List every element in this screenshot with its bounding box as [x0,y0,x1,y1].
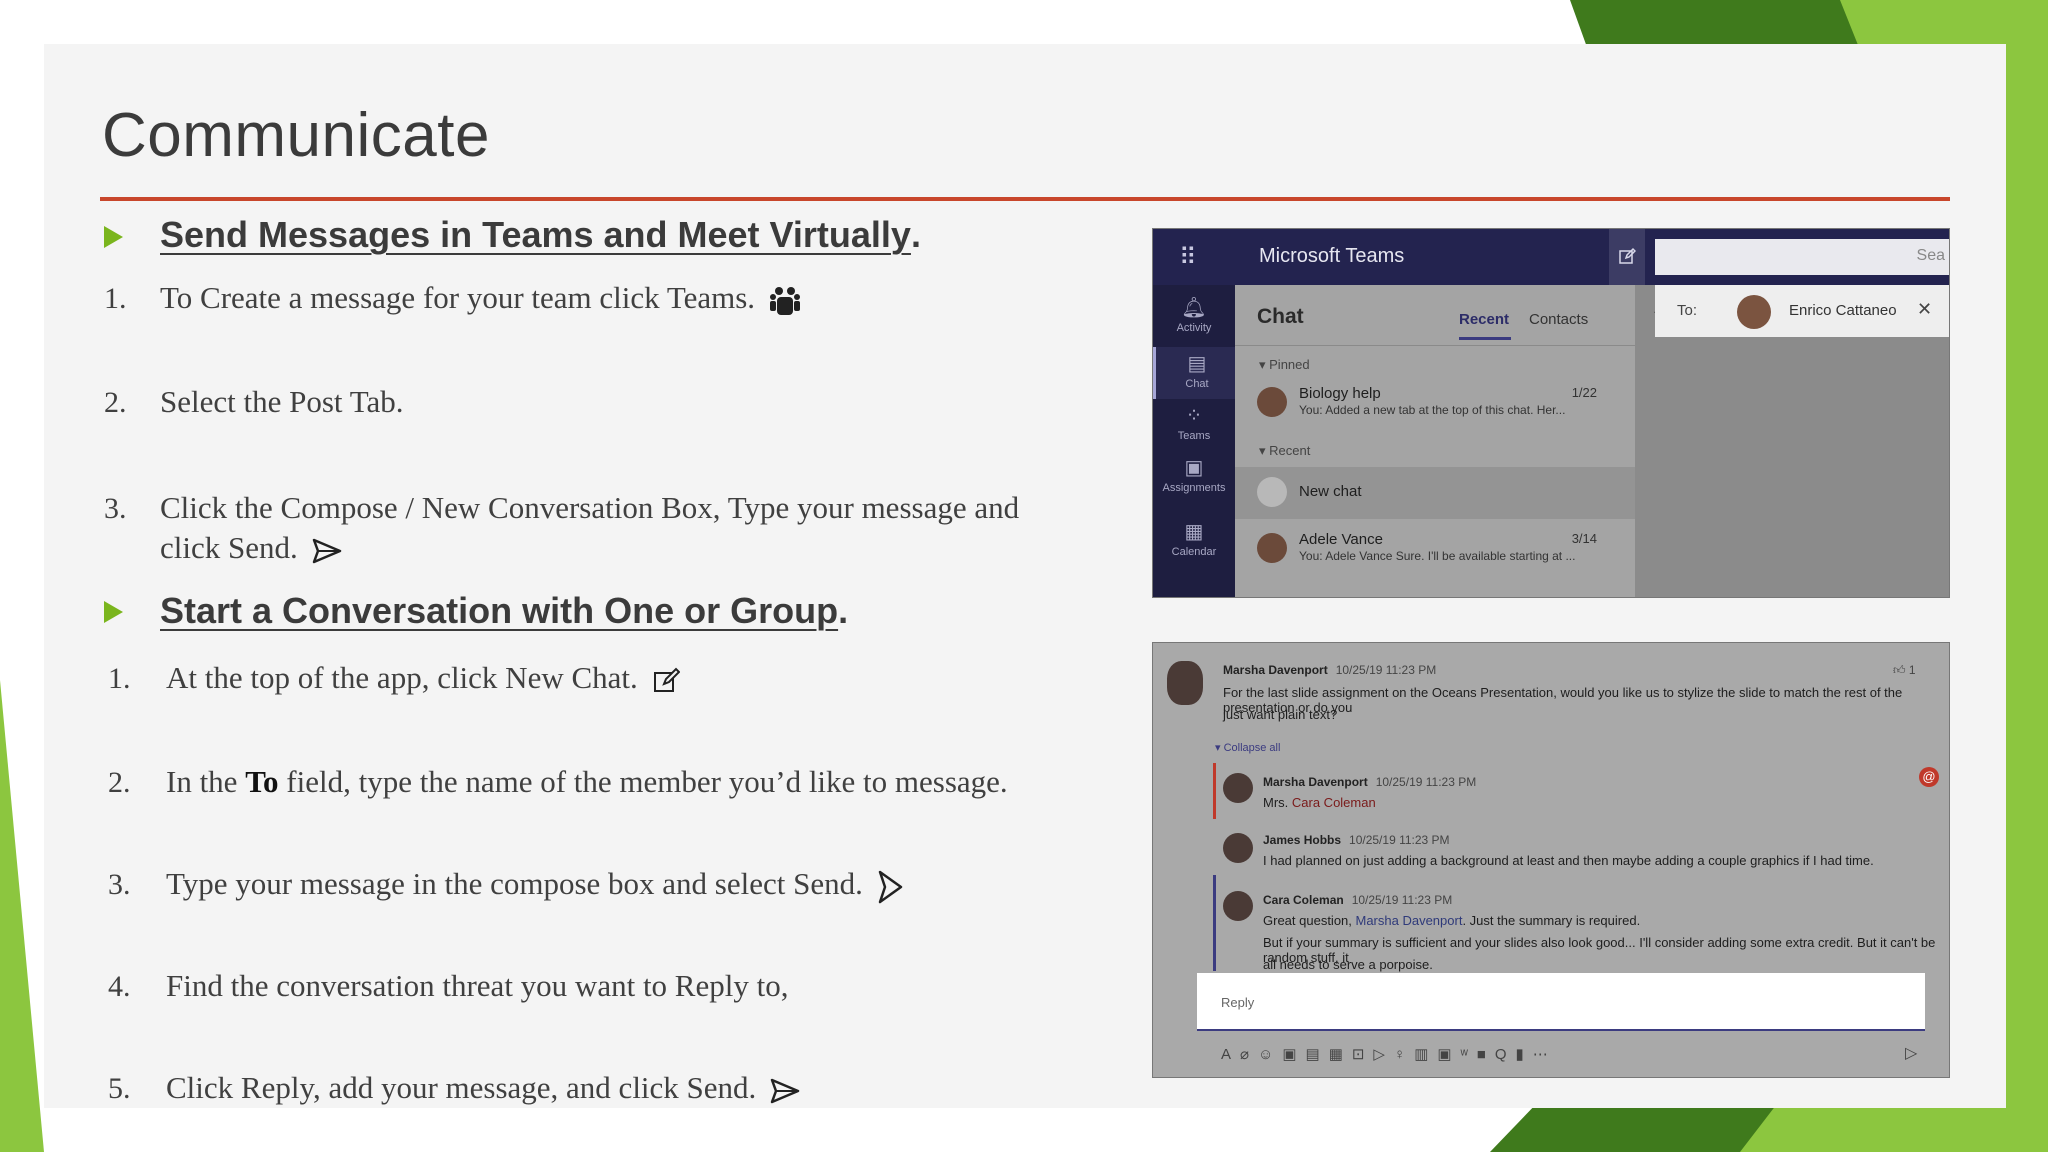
title-divider [100,197,1950,201]
app-launcher-icon[interactable]: ⠿ [1179,243,1197,272]
tab-recent[interactable]: Recent [1459,311,1509,328]
step-number: 2. [108,766,131,799]
like-reaction[interactable]: 👍︎ 1 [1893,663,1916,678]
avatar [1257,533,1287,563]
bullet-arrow-icon [104,226,123,248]
step-text: Type your message in the compose box and… [166,864,903,904]
message-text: I had planned on just adding a backgroun… [1263,853,1874,868]
to-field[interactable]: To: Enrico Cattaneo ✕ [1655,285,1949,337]
message-author: James Hobbs 10/25/19 11:23 PM [1263,833,1450,847]
bullet-arrow-icon [104,601,123,623]
message-text: all needs to serve a porpoise. [1263,957,1433,972]
send-icon [312,538,341,564]
bag-icon: ▣ [1184,457,1204,479]
teams-icon: ⁘ [1185,405,1203,427]
thread-line [1213,875,1216,971]
close-icon[interactable]: ✕ [1917,299,1932,320]
message-author: Cara Coleman 10/25/19 11:23 PM [1263,893,1453,907]
bell-icon: 🔔︎ [1181,297,1207,319]
message-author: Marsha Davenport 10/25/19 11:23 PM [1223,663,1437,677]
teams-icon [769,286,800,315]
step-number: 1. [104,282,127,315]
message-text: Great question, Marsha Davenport. Just t… [1263,913,1641,928]
step-text: In the To field, type the name of the me… [166,764,1008,799]
rail-item-teams[interactable]: ⁘ Teams [1153,403,1235,442]
slide-title: Communicate [102,101,490,170]
send-button[interactable]: ▷ [1905,1043,1917,1063]
avatar [1167,661,1203,705]
step-number: 5. [108,1072,131,1105]
message-author: Marsha Davenport 10/25/19 11:23 PM [1263,775,1477,789]
app-rail: 🔔︎ Activity ▤ Chat ⁘ Teams ▣ Assignments ▦ Ca… [1153,285,1238,597]
chat-list-item[interactable]: Biology help You: Added a new tab at the… [1235,377,1635,429]
rail-item-calendar[interactable]: ▦ Calendar [1153,519,1235,558]
avatar [1223,773,1253,803]
chat-list-panel: Chat Recent Contacts ⏷ ▾ Pinned Biology … [1235,285,1667,597]
compose-toolbar[interactable]: A⌀☺▣▤▦⊡▷♀▥▣ʷ■Q▮⋯ [1221,1045,1557,1063]
panel-title: Chat [1257,305,1304,328]
active-tab-indicator [1459,337,1511,340]
new-chat-icon [1619,247,1636,264]
step-text: To Create a message for your team click … [160,278,801,318]
send-icon [878,870,902,904]
step-text: Select the Post Tab. [160,384,404,419]
section1-heading: Send Messages in Teams and Meet Virtuall… [160,214,921,255]
step-text: Find the conversation threat you want to… [166,968,789,1003]
avatar [1223,833,1253,863]
mention-icon: @ [1919,767,1939,787]
avatar [1223,891,1253,921]
step-number: 2. [104,386,127,419]
tab-contacts[interactable]: Contacts [1529,311,1588,328]
section-recent[interactable]: ▾ Recent [1259,443,1310,459]
section2-heading: Start a Conversation with One or Group. [160,590,849,631]
message-text: just want plain text? [1223,707,1338,722]
new-chat-icon [653,667,680,692]
rail-item-activity[interactable]: 🔔︎ Activity [1153,295,1235,334]
step-text: At the top of the app, click New Chat. [166,658,680,698]
send-icon [770,1078,800,1104]
avatar [1737,295,1771,329]
step-text: Click the Compose / New Conversation Box… [160,490,1020,565]
corner-decoration-top-right [1570,0,2048,50]
step-number: 4. [108,970,131,1003]
avatar [1257,387,1287,417]
app-name: Microsoft Teams [1259,245,1405,267]
step-number: 3. [108,868,131,901]
step-number: 1. [108,662,131,695]
new-chat-button[interactable] [1609,229,1645,285]
reply-input[interactable]: Reply [1197,973,1925,1031]
message-text: Mrs. Cara Coleman [1263,795,1376,810]
chat-list-item-new-chat[interactable]: New chat [1235,467,1635,519]
chat-list-item[interactable]: Adele Vance You: Adele Vance Sure. I'll … [1235,523,1635,575]
search-input[interactable]: Sea [1655,239,1949,275]
thread-line [1213,763,1216,819]
rail-item-chat[interactable]: ▤ Chat [1153,347,1238,399]
section-pinned[interactable]: ▾ Pinned [1259,357,1310,373]
recipient-name: Enrico Cattaneo [1789,302,1897,319]
collapse-all-link[interactable]: ▾ Collapse all [1215,741,1280,754]
right-edge-decoration [2000,0,2048,1152]
rail-item-assignments[interactable]: ▣ Assignments [1153,455,1235,494]
step-text: Click Reply, add your message, and click… [166,1068,800,1108]
step-number: 3. [104,492,127,525]
teams-thread-screenshot: Marsha Davenport 10/25/19 11:23 PM 👍︎ 1 F… [1152,642,1950,1078]
teams-chat-screenshot: ⠿ Microsoft Teams Sea 🔔︎ Activity ▤ Chat ⁘… [1152,228,1950,598]
avatar [1257,477,1287,507]
chat-icon: ▤ [1187,353,1207,375]
calendar-icon: ▦ [1184,521,1204,543]
